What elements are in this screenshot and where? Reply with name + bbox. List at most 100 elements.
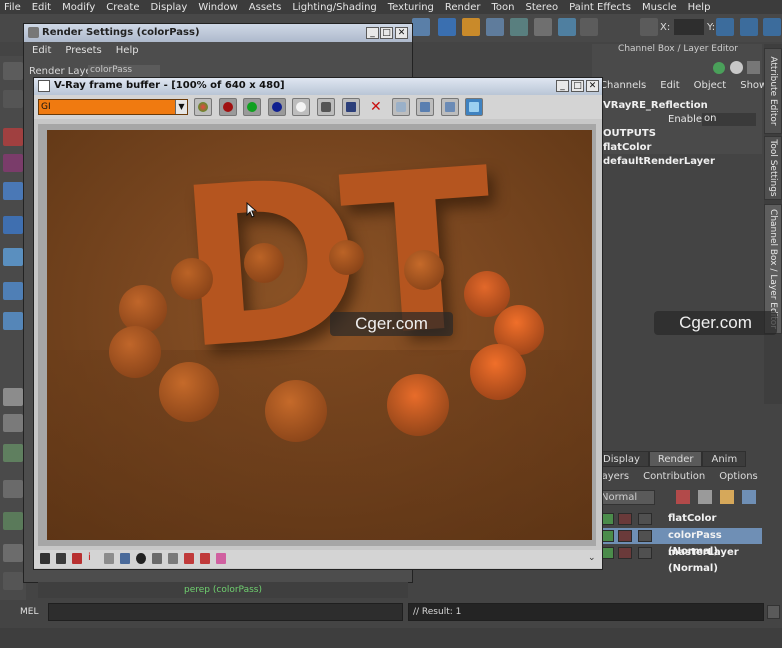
vfb-minimize-button[interactable]: _ (556, 80, 569, 92)
menu-render[interactable]: Render (445, 2, 481, 13)
menu-rs-help[interactable]: Help (116, 45, 139, 56)
info-icon[interactable]: i (88, 553, 98, 564)
menu-contribution[interactable]: Contribution (643, 471, 705, 482)
display-icon[interactable] (730, 61, 743, 74)
script-editor-icon[interactable] (767, 605, 780, 619)
layer-mode-dropdown[interactable]: Normal (597, 490, 655, 505)
soft-mod-tool-icon[interactable] (3, 282, 23, 300)
menu-toon[interactable]: Toon (492, 2, 515, 13)
layer-options-icon[interactable] (742, 490, 756, 504)
visibility-check-icon[interactable] (602, 530, 614, 542)
four-pane-icon[interactable] (3, 414, 23, 432)
paint-tool-icon[interactable] (3, 128, 23, 146)
render-icon[interactable] (412, 18, 430, 36)
clear-image-icon[interactable]: ✕ (366, 98, 384, 116)
menu-window[interactable]: Window (198, 2, 237, 13)
close-button[interactable]: ✕ (395, 27, 408, 39)
render-layer-state-icon[interactable] (618, 530, 632, 542)
show-manip-icon[interactable] (3, 312, 23, 330)
color-correction-icon[interactable] (72, 553, 82, 564)
lut-icon[interactable] (168, 553, 178, 564)
menu-texturing[interactable]: Texturing (388, 2, 434, 13)
target-icon[interactable] (558, 18, 576, 36)
magnet-icon[interactable] (510, 18, 528, 36)
menu-assets[interactable]: Assets (249, 2, 282, 13)
lasso-tool-icon[interactable] (3, 90, 23, 108)
menu-create[interactable]: Create (106, 2, 139, 13)
menu-cb-edit[interactable]: Edit (660, 80, 679, 91)
render-channel-dropdown[interactable]: GI (38, 99, 188, 115)
menu-edit[interactable]: Edit (32, 2, 51, 13)
scale-tool-icon[interactable] (3, 216, 23, 234)
menu-paint-effects[interactable]: Paint Effects (569, 2, 631, 13)
track-mouse-icon[interactable] (416, 98, 434, 116)
display-correction-icon[interactable] (152, 553, 162, 564)
tool-settings-icon[interactable] (763, 18, 781, 36)
alpha-channel-icon[interactable] (292, 98, 310, 116)
camera-icon[interactable] (534, 18, 552, 36)
levels-icon[interactable] (104, 553, 114, 564)
single-pane-icon[interactable] (3, 388, 23, 406)
green-channel-icon[interactable] (243, 98, 261, 116)
history-icon[interactable] (40, 553, 50, 564)
menu-modify[interactable]: Modify (62, 2, 95, 13)
channel-box-icon[interactable] (740, 18, 758, 36)
mel-command-input[interactable] (48, 603, 403, 621)
tab-attribute-editor[interactable]: Attribute Editor (764, 48, 782, 134)
duplicate-to-render-view-icon[interactable] (392, 98, 410, 116)
tab-anim[interactable]: Anim (702, 451, 747, 467)
hypershade-layout-icon[interactable] (3, 512, 23, 530)
menu-options[interactable]: Options (719, 471, 758, 482)
curve-icon[interactable] (120, 553, 130, 564)
menu-file[interactable]: File (4, 2, 21, 13)
tab-tool-settings[interactable]: Tool Settings (764, 136, 782, 200)
output-node-flatcolor[interactable]: flatColor (603, 142, 651, 153)
region-render-icon[interactable] (441, 98, 459, 116)
save-image-icon[interactable] (342, 98, 360, 116)
compare-images-icon[interactable] (465, 98, 483, 116)
visibility-check-icon[interactable] (602, 547, 614, 559)
manipulator-tool-icon[interactable] (3, 248, 23, 266)
exposure-icon[interactable] (136, 553, 146, 564)
chevron-down-icon[interactable]: ▼ (175, 100, 187, 114)
lock-icon[interactable] (462, 18, 480, 36)
maximize-button[interactable]: □ (380, 27, 393, 39)
render-elements-icon[interactable] (56, 553, 66, 564)
menu-muscle[interactable]: Muscle (642, 2, 677, 13)
move-tool-icon[interactable] (3, 154, 23, 172)
srgb-icon[interactable] (184, 553, 194, 564)
menu-object[interactable]: Object (694, 80, 727, 91)
select-tool-icon[interactable] (3, 62, 23, 80)
help-icon[interactable] (438, 18, 456, 36)
x-field[interactable] (674, 19, 704, 35)
snap-icon[interactable] (486, 18, 504, 36)
minimize-button[interactable]: _ (366, 27, 379, 39)
panel-layout-icon[interactable] (716, 18, 734, 36)
menu-rs-presets[interactable]: Presets (65, 45, 101, 56)
tab-render[interactable]: Render (648, 451, 703, 467)
rendered-image[interactable]: DT (47, 130, 592, 540)
output-node-default-render-layer[interactable]: defaultRenderLayer (603, 156, 715, 167)
monochrome-icon[interactable] (317, 98, 335, 116)
blue-channel-icon[interactable] (268, 98, 286, 116)
clamp-icon[interactable] (200, 553, 210, 564)
render-layer-state-icon[interactable] (618, 513, 632, 525)
menu-display[interactable]: Display (150, 2, 187, 13)
node-name[interactable]: VRayRE_Reflection (603, 100, 708, 111)
layer-from-selected-icon[interactable] (698, 490, 712, 504)
rgb-channel-icon[interactable] (194, 98, 212, 116)
menu-stereo[interactable]: Stereo (526, 2, 559, 13)
outliner-layout-icon[interactable] (3, 444, 23, 462)
vfb-maximize-button[interactable]: □ (571, 80, 584, 92)
menu-rs-edit[interactable]: Edit (32, 45, 51, 56)
menu-lighting-shading[interactable]: Lighting/Shading (292, 2, 376, 13)
new-layer-icon[interactable] (676, 490, 690, 504)
manipulator-icon[interactable] (713, 62, 725, 74)
chevron-down-icon[interactable]: ⌄ (588, 553, 598, 564)
render-layer-state-icon[interactable] (618, 547, 632, 559)
test-resolution-icon[interactable] (216, 553, 226, 564)
render-layer-icon[interactable] (720, 490, 734, 504)
visibility-check-icon[interactable] (602, 513, 614, 525)
layer-row-colorpass[interactable]: colorPass (Normal) (600, 528, 762, 557)
layout-toggle-icon[interactable] (747, 61, 760, 74)
